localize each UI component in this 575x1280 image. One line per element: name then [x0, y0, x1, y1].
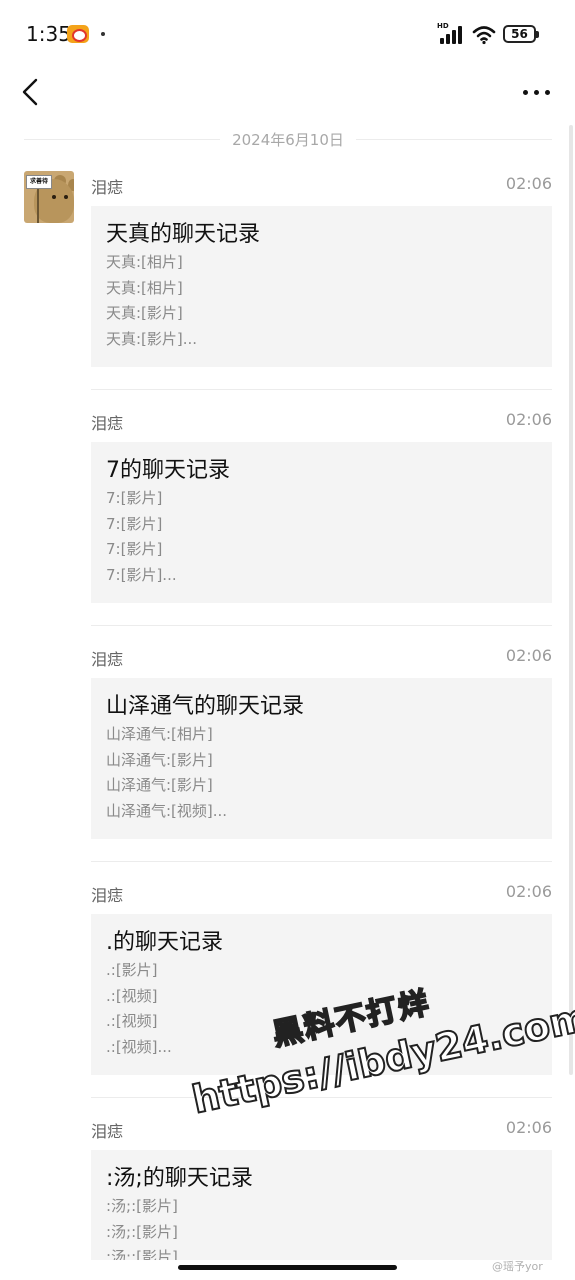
chat-record-line: 山泽通气:[影片] [106, 776, 213, 794]
message-time: 02:06 [505, 1118, 552, 1137]
chat-record-line: 天真:[相片] [106, 253, 183, 271]
chat-record-title: 山泽通气的聊天记录 [106, 694, 305, 719]
chat-record-title: 天真的聊天记录 [106, 222, 261, 247]
chat-record-line: 天真:[相片] [106, 278, 183, 297]
back-button[interactable] [14, 74, 50, 110]
divider [91, 625, 552, 626]
scrollbar[interactable] [569, 125, 573, 1075]
avatar[interactable]: 求善待 [24, 171, 74, 223]
home-indicator[interactable] [178, 1265, 397, 1270]
status-time: 1:35 [26, 22, 71, 46]
more-dots-icon [522, 89, 528, 95]
corner-credit: @瑶予yor [492, 1260, 543, 1273]
divider [91, 389, 552, 390]
notification-dot-icon [101, 32, 105, 36]
date-text: 2024年6月10日 [232, 130, 344, 149]
signal-icon [440, 26, 464, 44]
nav-bar [0, 70, 575, 114]
chat-record-card[interactable]: 山泽通气的聊天记录 山泽通气:[相片] 山泽通气:[影片] 山泽通气:[影片] … [91, 678, 552, 839]
message-sender: 泪痣 [91, 1122, 124, 1141]
chat-record-line: :汤;:[影片] [106, 1248, 178, 1260]
chat-record-card[interactable]: 天真的聊天记录 天真:[相片] 天真:[相片] 天真:[影片] 天真:[影片].… [91, 206, 552, 367]
chat-record-line: :汤;:[影片] [106, 1197, 178, 1215]
message-sender: 泪痣 [91, 650, 124, 669]
chat-record-line: 7:[影片] [106, 540, 163, 558]
message-sender: 泪痣 [91, 414, 124, 433]
chat-record-line: 山泽通气:[视频]... [106, 801, 228, 820]
chat-record-line: 山泽通气:[影片] [106, 750, 213, 769]
chat-record-card[interactable]: :汤;的聊天记录 :汤;:[影片] :汤;:[影片] :汤;:[影片] [91, 1150, 552, 1260]
message-sender: 泪痣 [91, 178, 124, 197]
weibo-badge-icon [67, 25, 89, 43]
divider [91, 861, 552, 862]
message-time: 02:06 [505, 882, 552, 901]
chat-record-line: :汤;:[影片] [106, 1222, 178, 1241]
chat-record-line: 天真:[影片] [106, 304, 183, 322]
message-time: 02:06 [505, 410, 552, 429]
message-time: 02:06 [505, 646, 552, 665]
chat-record-title: 7的聊天记录 [106, 458, 230, 483]
more-button[interactable] [518, 82, 554, 102]
message-time: 02:06 [505, 174, 552, 193]
chat-record-title: :汤;的聊天记录 [106, 1166, 253, 1191]
avatar-sign-text: 求善待 [26, 175, 52, 189]
wifi-icon [472, 25, 496, 45]
chat-record-card[interactable]: 7的聊天记录 7:[影片] 7:[影片] 7:[影片] 7:[影片]... [91, 442, 552, 603]
chat-record-line: 山泽通气:[相片] [106, 725, 213, 743]
chat-record-line: 7:[影片] [106, 489, 163, 507]
chevron-left-icon [22, 78, 38, 106]
chat-record-title: .的聊天记录 [106, 930, 223, 955]
chat-record-line: 天真:[影片]... [106, 329, 198, 348]
chat-record-line: 7:[影片] [106, 514, 163, 533]
date-divider: 2024年6月10日 [24, 128, 552, 150]
message-sender: 泪痣 [91, 886, 124, 905]
battery-icon: 56 [503, 25, 539, 43]
chat-record-line: 7:[影片]... [106, 565, 177, 584]
status-bar: 1:35 HD 56 [0, 0, 575, 70]
